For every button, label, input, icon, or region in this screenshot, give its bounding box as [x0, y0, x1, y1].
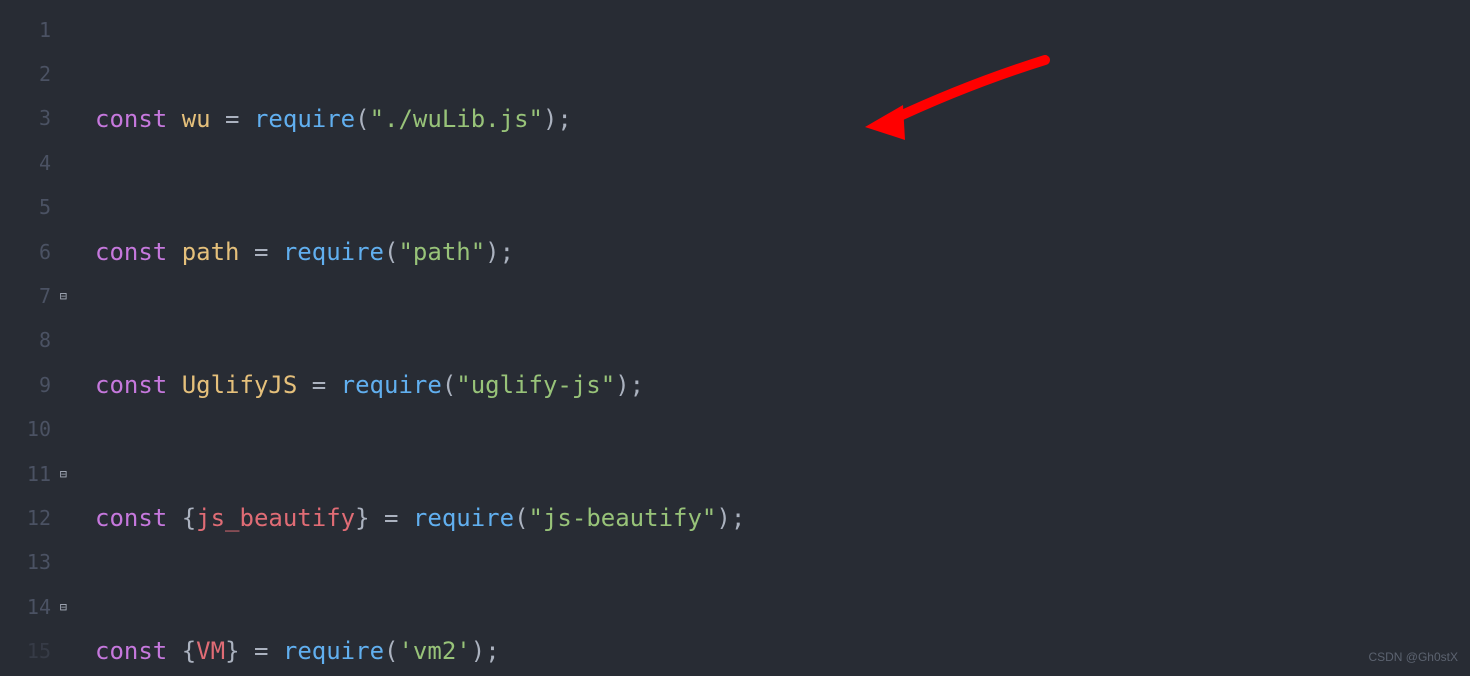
line-number[interactable]: 14⊟ — [0, 585, 67, 629]
line-number: 8 — [0, 319, 67, 363]
fold-icon[interactable]: ⊟ — [57, 285, 67, 307]
code-line-5[interactable]: const {VM} = require('vm2'); — [75, 629, 1470, 673]
code-line-2[interactable]: const path = require("path"); — [75, 230, 1470, 274]
line-number: 10 — [0, 408, 67, 452]
line-number: 9 — [0, 363, 67, 407]
line-number: 3 — [0, 97, 67, 141]
code-line-1[interactable]: const wu = require("./wuLib.js"); — [75, 97, 1470, 141]
code-editor[interactable]: 1 2 3 4 5 6 7⊟ 8 9 10 11⊟ 12 13 14⊟ 15 c… — [0, 0, 1470, 676]
watermark: CSDN @Gh0stX — [1368, 646, 1458, 668]
fold-icon[interactable]: ⊟ — [57, 463, 67, 485]
line-number-gutter: 1 2 3 4 5 6 7⊟ 8 9 10 11⊟ 12 13 14⊟ 15 — [0, 8, 75, 676]
line-number: 2 — [0, 52, 67, 96]
line-number[interactable]: 11⊟ — [0, 452, 67, 496]
code-line-4[interactable]: const {js_beautify} = require("js-beauti… — [75, 496, 1470, 540]
fold-icon[interactable]: ⊟ — [57, 596, 67, 618]
code-area[interactable]: const wu = require("./wuLib.js"); const … — [75, 8, 1470, 676]
line-number: 5 — [0, 186, 67, 230]
line-number: 6 — [0, 230, 67, 274]
line-number: 4 — [0, 141, 67, 185]
code-line-3[interactable]: const UglifyJS = require("uglify-js"); — [75, 363, 1470, 407]
line-number[interactable]: 7⊟ — [0, 274, 67, 318]
line-number: 1 — [0, 8, 67, 52]
line-number: 12 — [0, 496, 67, 540]
annotation-arrow-icon — [865, 55, 1065, 145]
line-number: 13 — [0, 541, 67, 585]
line-number: 15 — [0, 629, 67, 673]
